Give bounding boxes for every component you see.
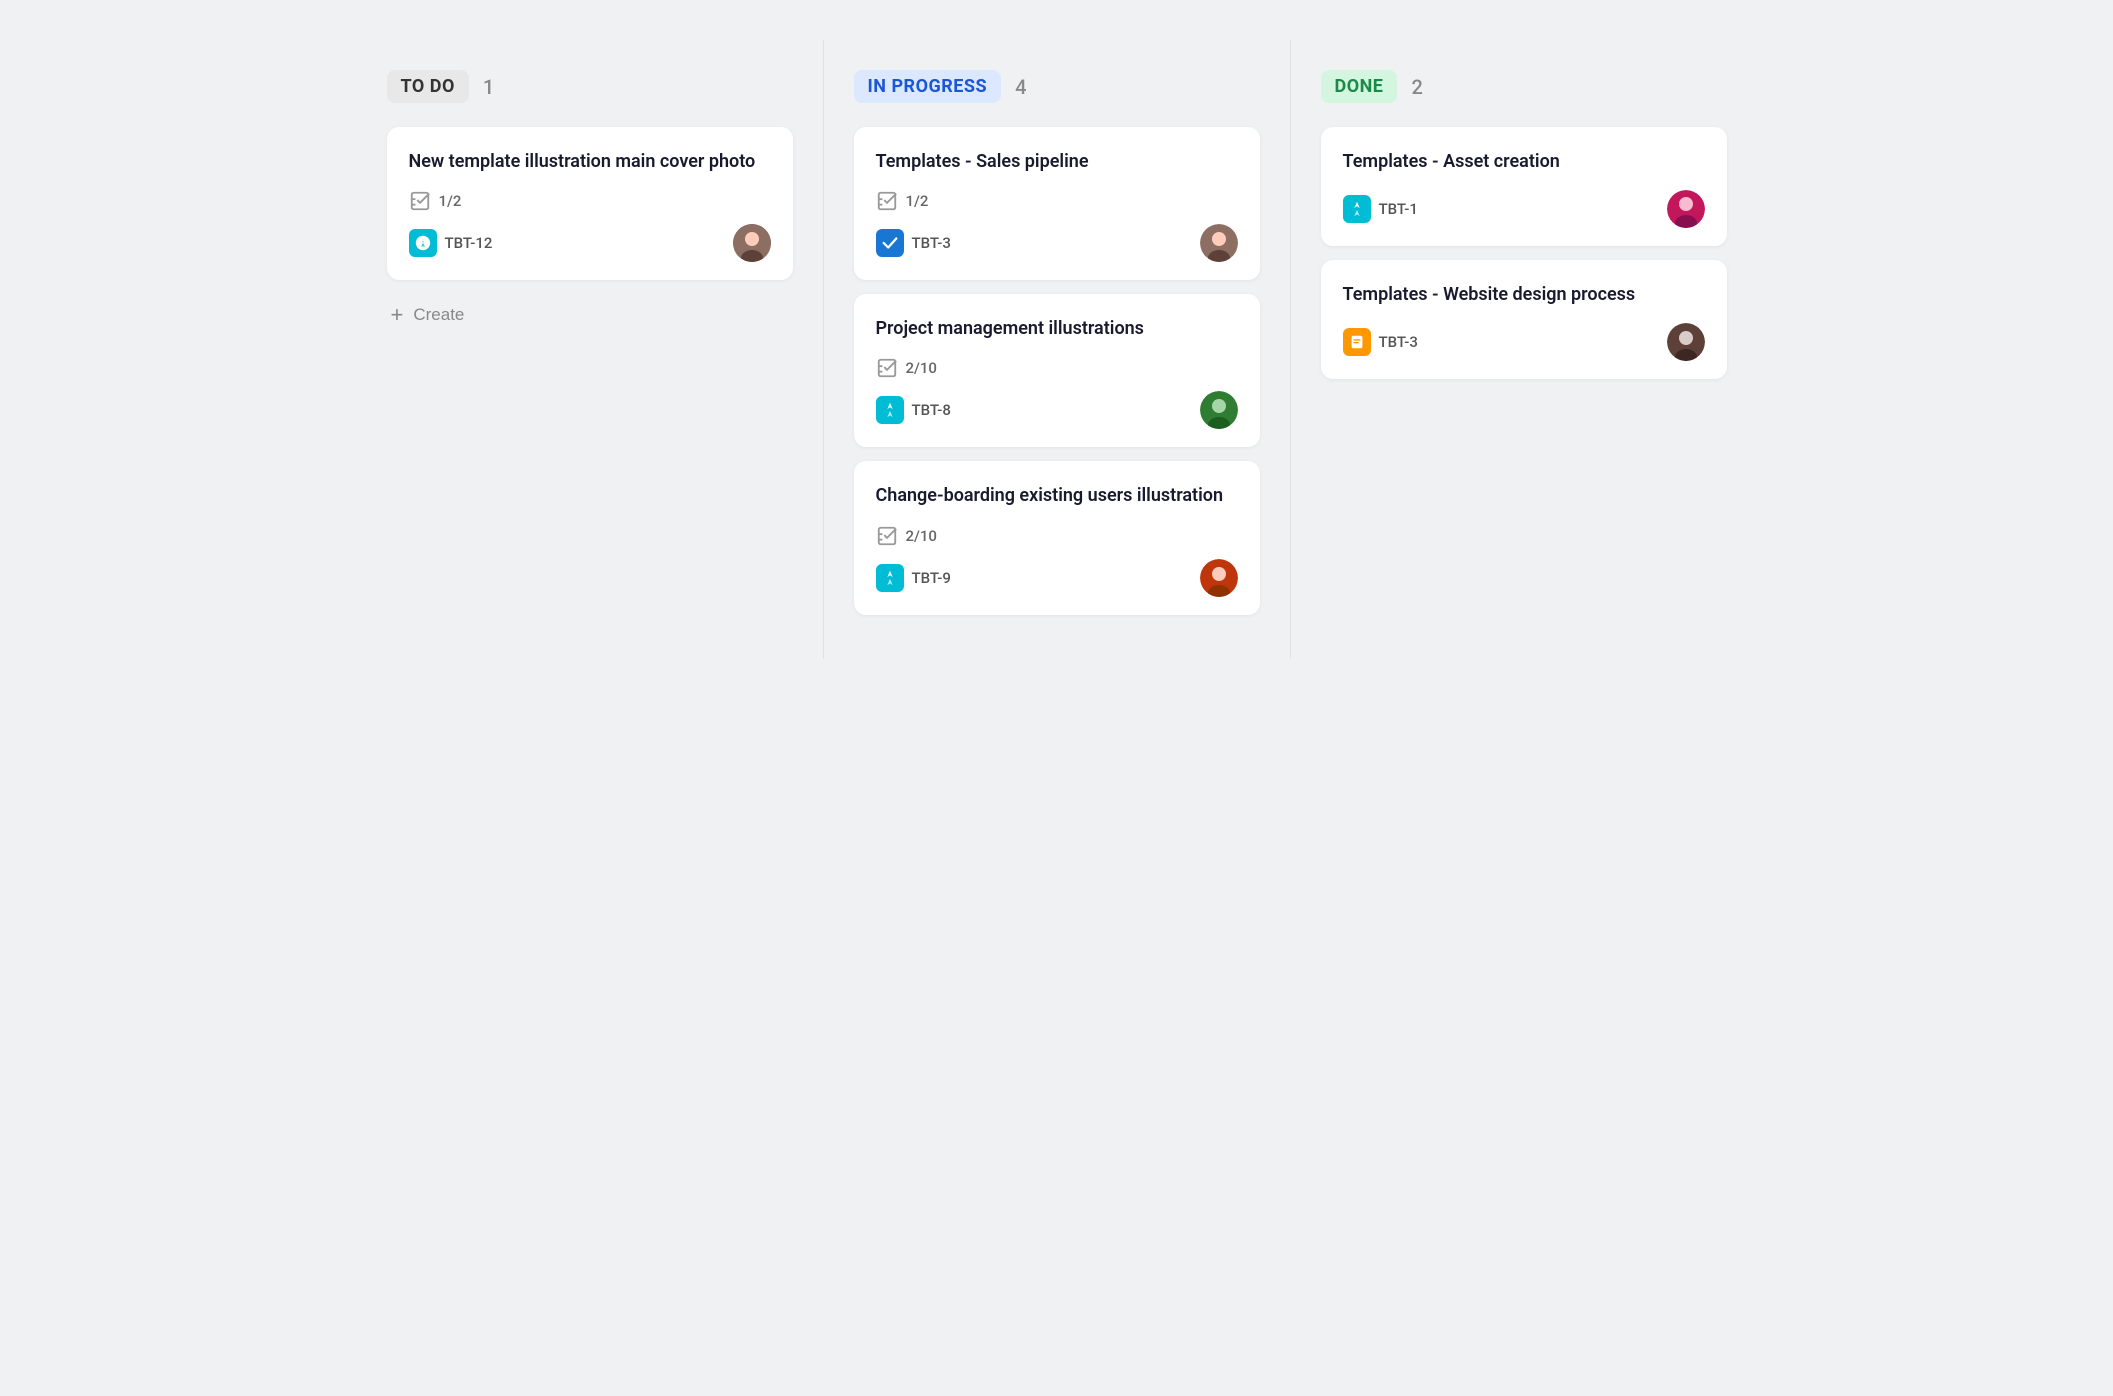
card-done-2-ticket: TBT-3	[1379, 333, 1418, 351]
card-ip-2-ticket: TBT-8	[912, 401, 951, 419]
card-todo-1-ticket: TBT-12	[445, 234, 493, 252]
card-ip-2[interactable]: Project management illustrations 2/10	[854, 294, 1260, 447]
todo-count: 1	[483, 75, 494, 99]
checklist-icon	[409, 190, 431, 212]
card-ip-2-footer: TBT-8	[876, 391, 1238, 429]
card-done-1-footer: TBT-1	[1343, 190, 1705, 228]
ticket-icon-ip-1	[876, 229, 904, 257]
card-ip-1-checklist: 1/2	[906, 192, 929, 210]
column-todo: TO DO 1 New template illustration main c…	[357, 40, 824, 659]
card-ip-3-ticket: TBT-9	[912, 569, 951, 587]
card-todo-1-title: New template illustration main cover pho…	[409, 149, 771, 174]
checklist-icon-ip3	[876, 525, 898, 547]
ticket-icon-done-2	[1343, 328, 1371, 356]
ticket-icon-done-1	[1343, 195, 1371, 223]
card-ip-3[interactable]: Change-boarding existing users illustrat…	[854, 461, 1260, 614]
card-todo-1-checklist: 1/2	[439, 192, 462, 210]
card-done-1-title: Templates - Asset creation	[1343, 149, 1705, 174]
avatar-done-2	[1667, 323, 1705, 361]
card-done-2[interactable]: Templates - Website design process TBT-3	[1321, 260, 1727, 379]
column-done-header: DONE 2	[1321, 70, 1727, 103]
card-ip-1-ticket: TBT-3	[912, 234, 951, 252]
create-button[interactable]: + Create	[387, 294, 469, 336]
ticket-badge-done-2[interactable]: TBT-3	[1343, 328, 1418, 356]
avatar-ip-2	[1200, 391, 1238, 429]
card-done-1-ticket: TBT-1	[1379, 200, 1418, 218]
ticket-badge-ip-2[interactable]: TBT-8	[876, 396, 951, 424]
avatar-ip-3	[1200, 559, 1238, 597]
card-ip-2-checklist: 2/10	[906, 359, 937, 377]
avatar-ip-1	[1200, 224, 1238, 262]
card-todo-1[interactable]: New template illustration main cover pho…	[387, 127, 793, 280]
checklist-icon-ip1	[876, 190, 898, 212]
ticket-badge-todo-1[interactable]: TBT-12	[409, 229, 493, 257]
ticket-icon-todo-1	[409, 229, 437, 257]
checklist-icon-ip2	[876, 357, 898, 379]
card-done-2-footer: TBT-3	[1343, 323, 1705, 361]
done-badge: DONE	[1321, 70, 1398, 103]
card-ip-2-title: Project management illustrations	[876, 316, 1238, 341]
card-todo-1-footer: TBT-12	[409, 224, 771, 262]
done-count: 2	[1411, 75, 1422, 99]
kanban-board: TO DO 1 New template illustration main c…	[357, 40, 1757, 659]
todo-badge: TO DO	[387, 70, 469, 103]
card-ip-3-meta: 2/10	[876, 525, 1238, 547]
create-plus-icon: +	[391, 302, 404, 328]
ticket-icon-ip-2	[876, 396, 904, 424]
create-label: Create	[413, 305, 464, 325]
ticket-badge-ip-3[interactable]: TBT-9	[876, 564, 951, 592]
card-ip-3-checklist: 2/10	[906, 527, 937, 545]
card-done-2-title: Templates - Website design process	[1343, 282, 1705, 307]
card-ip-3-title: Change-boarding existing users illustrat…	[876, 483, 1238, 508]
card-ip-2-meta: 2/10	[876, 357, 1238, 379]
card-done-1[interactable]: Templates - Asset creation TBT-1	[1321, 127, 1727, 246]
card-ip-3-footer: TBT-9	[876, 559, 1238, 597]
column-todo-header: TO DO 1	[387, 70, 793, 103]
column-done: DONE 2 Templates - Asset creation TBT-1	[1291, 40, 1757, 659]
ticket-badge-done-1[interactable]: TBT-1	[1343, 195, 1418, 223]
inprogress-count: 4	[1015, 75, 1026, 99]
avatar-done-1	[1667, 190, 1705, 228]
inprogress-badge: IN PROGRESS	[854, 70, 1002, 103]
card-ip-1-title: Templates - Sales pipeline	[876, 149, 1238, 174]
card-ip-1-meta: 1/2	[876, 190, 1238, 212]
ticket-icon-ip-3	[876, 564, 904, 592]
card-ip-1-footer: TBT-3	[876, 224, 1238, 262]
card-ip-1[interactable]: Templates - Sales pipeline 1/2	[854, 127, 1260, 280]
ticket-badge-ip-1[interactable]: TBT-3	[876, 229, 951, 257]
card-todo-1-meta: 1/2	[409, 190, 771, 212]
avatar-todo-1	[733, 224, 771, 262]
column-inprogress-header: IN PROGRESS 4	[854, 70, 1260, 103]
column-inprogress: IN PROGRESS 4 Templates - Sales pipeline…	[824, 40, 1291, 659]
